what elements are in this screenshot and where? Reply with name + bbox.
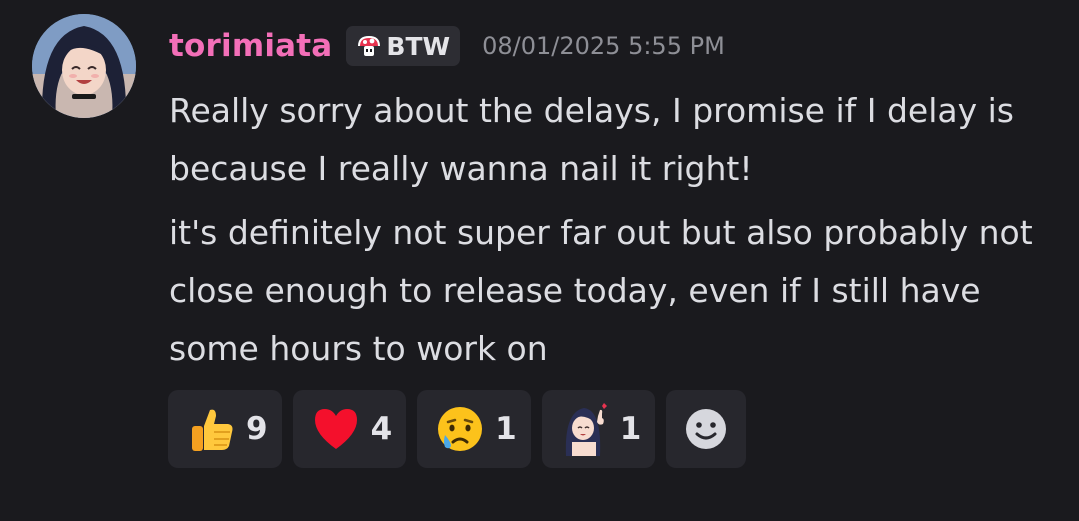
- reactions-bar: 9 4 1 1: [168, 390, 747, 468]
- custom-anime-girl-emoji-icon: [565, 403, 607, 456]
- chat-message: torimiata BTW 08/01/2025 5:55 PM Really …: [0, 0, 1079, 521]
- guild-tag-badge[interactable]: BTW: [346, 26, 461, 66]
- reaction-count: 1: [495, 411, 517, 447]
- add-reaction-button[interactable]: [666, 390, 747, 468]
- reaction-sad-relieved[interactable]: 1: [417, 390, 531, 468]
- reaction-custom-emoji[interactable]: 1: [541, 390, 656, 468]
- message-header: torimiata BTW 08/01/2025 5:55 PM: [169, 24, 1049, 68]
- username[interactable]: torimiata: [169, 28, 332, 64]
- guild-tag-label: BTW: [386, 31, 451, 61]
- reaction-count: 9: [246, 411, 268, 447]
- reaction-count: 1: [619, 411, 642, 447]
- reaction-heart[interactable]: 4: [292, 390, 407, 468]
- reaction-thumbs-up[interactable]: 9: [168, 390, 282, 468]
- red-heart-icon: [314, 409, 357, 449]
- reaction-count: 4: [370, 411, 393, 447]
- thumbs-up-icon: [192, 409, 233, 451]
- mushroom-icon: [358, 36, 381, 56]
- message-paragraph: it's definitely not super far out but al…: [169, 213, 1033, 368]
- avatar-image: [32, 14, 136, 118]
- user-avatar[interactable]: [32, 14, 136, 118]
- message-body: Really sorry about the delays, I promise…: [169, 82, 1049, 378]
- smiley-face-icon: [686, 409, 727, 449]
- message-paragraph: Really sorry about the delays, I promise…: [169, 91, 1014, 188]
- sad-relieved-face-icon: [438, 407, 483, 451]
- message-timestamp[interactable]: 08/01/2025 5:55 PM: [482, 32, 725, 60]
